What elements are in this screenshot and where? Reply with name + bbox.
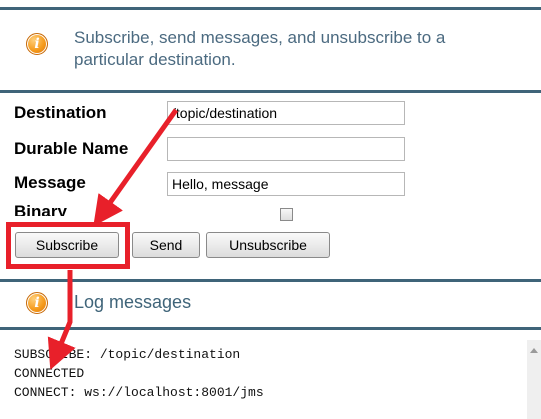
annotation-arrows (47, 108, 179, 370)
annotation-arrow-icon (47, 270, 76, 370)
annotation-arrow-icon (93, 108, 179, 227)
